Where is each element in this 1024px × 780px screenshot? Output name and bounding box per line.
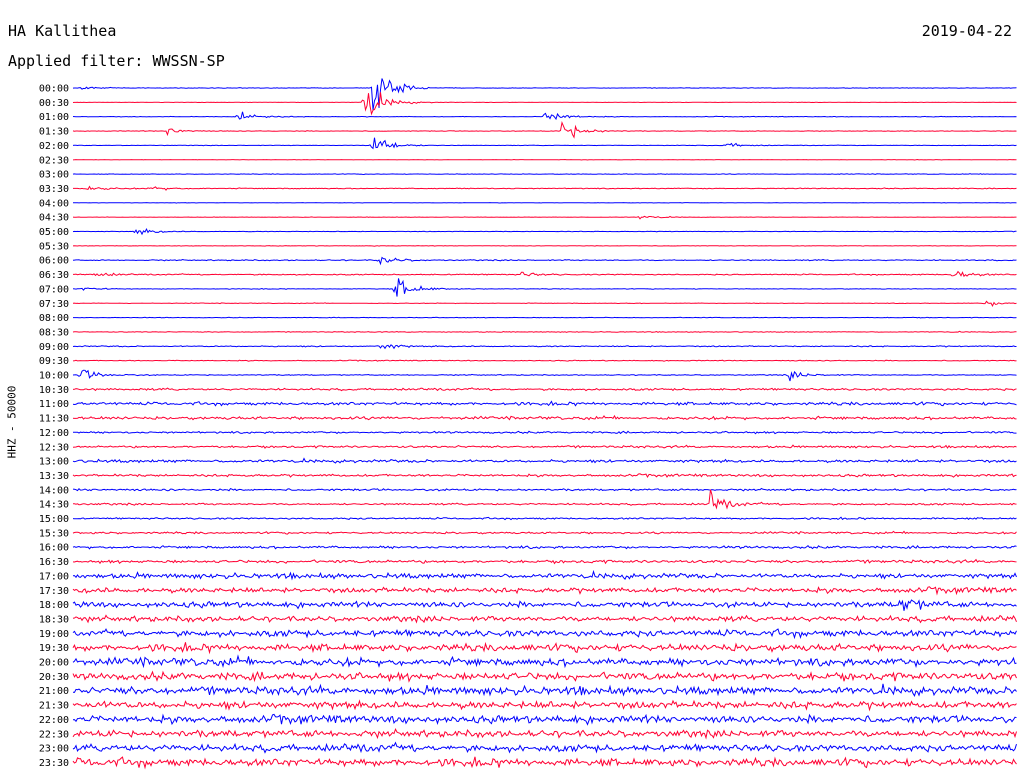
time-tick-label: 07:30: [39, 299, 69, 310]
time-tick-label: 06:30: [39, 270, 69, 281]
time-tick-label: 18:30: [39, 614, 69, 625]
trace-row-1200: [73, 430, 1017, 435]
trace-row-2130: [72, 699, 1017, 712]
trace-row-0400: [72, 202, 1017, 204]
time-tick-label: 13:30: [39, 471, 69, 482]
trace-row-0500: [72, 227, 1017, 236]
time-tick-label: 07:00: [39, 284, 69, 295]
helicorder-plot: 00:00 00:30 01:00 01:30 02:00 02:30 03:00 03:30…: [39, 78, 1017, 770]
time-tick-label: 23:30: [39, 758, 69, 769]
time-tick-label: 03:00: [39, 170, 69, 181]
trace-row-1800: [72, 599, 1017, 611]
time-tick-label: 13:00: [39, 457, 69, 468]
time-tick-label: 01:00: [39, 112, 69, 123]
time-tick-label: 12:00: [39, 428, 69, 439]
trace-row-0000: [72, 78, 1017, 110]
trace-row-0030: [72, 92, 1017, 116]
time-tick-label: 22:00: [39, 715, 69, 726]
time-tick-label: 21:30: [39, 701, 69, 712]
trace-row-0900: [72, 344, 1017, 350]
trace-row-0200: [72, 137, 1017, 150]
time-tick-label: 23:00: [39, 744, 69, 755]
trace-row-1530: [72, 530, 1017, 535]
time-tick-label: 08:30: [39, 327, 69, 338]
time-tick-label: 22:30: [39, 729, 69, 740]
trace-row-1400: [72, 487, 1017, 492]
trace-row-2200: [72, 713, 1017, 726]
time-tick-label: 16:00: [39, 543, 69, 554]
trace-row-2030: [72, 670, 1017, 683]
trace-row-1130: [72, 414, 1017, 421]
time-tick-label: 05:30: [39, 241, 69, 252]
time-tick-label: 00:30: [39, 98, 69, 109]
time-tick-label: 19:00: [39, 629, 69, 640]
time-tick-label: 11:30: [39, 414, 69, 425]
trace-row-1500: [72, 516, 1017, 521]
time-tick-label: 19:30: [39, 643, 69, 654]
time-tick-label: 21:00: [39, 686, 69, 697]
time-tick-label: 20:30: [39, 672, 69, 683]
time-tick-label: 15:30: [39, 528, 69, 539]
time-tick-label: 20:00: [39, 658, 69, 669]
trace-row-0600: [72, 256, 1017, 266]
time-tick-label: 11:00: [39, 399, 69, 410]
trace-row-0230: [72, 158, 1017, 161]
time-tick-label: 18:00: [39, 600, 69, 611]
time-tick-label: 04:30: [39, 213, 69, 224]
trace-row-1600: [72, 544, 1017, 550]
trace-row-1030: [72, 387, 1017, 392]
trace-row-1900: [72, 628, 1017, 640]
time-tick-label: 16:30: [39, 557, 69, 568]
trace-row-1330: [72, 473, 1017, 479]
trace-row-0700: [72, 278, 1017, 297]
time-tick-label: 06:00: [39, 256, 69, 267]
trace-row-2330: [72, 756, 1017, 770]
trace-row-0330: [73, 185, 1017, 191]
trace-row-1830: [72, 614, 1017, 624]
trace-row-0730: [72, 300, 1017, 308]
time-tick-label: 12:30: [39, 442, 69, 453]
time-tick-label: 14:30: [39, 500, 69, 511]
trace-row-0100: [72, 111, 1017, 121]
trace-row-0430: [72, 215, 1017, 220]
trace-row-0530: [72, 245, 1017, 247]
trace-row-0130: [72, 121, 1017, 139]
trace-row-1630: [72, 558, 1017, 565]
trace-row-2300: [72, 741, 1017, 754]
time-tick-label: 10:00: [39, 371, 69, 382]
time-tick-label: 04:00: [39, 198, 69, 209]
time-tick-label: 05:00: [39, 227, 69, 238]
time-tick-label: 02:30: [39, 155, 69, 166]
trace-row-0800: [73, 316, 1017, 319]
trace-row-1300: [72, 457, 1017, 464]
trace-row-1430: [73, 489, 1017, 510]
trace-row-1730: [72, 586, 1017, 596]
trace-row-1930: [72, 641, 1017, 655]
trace-row-2230: [72, 727, 1017, 740]
trace-row-0930: [72, 359, 1017, 362]
time-tick-label: 00:00: [39, 84, 69, 95]
trace-row-1230: [72, 444, 1017, 449]
trace-row-0830: [72, 330, 1017, 333]
time-tick-label: 08:00: [39, 313, 69, 324]
trace-row-0300: [72, 173, 1017, 176]
trace-row-1100: [72, 400, 1017, 407]
trace-row-0630: [73, 270, 1017, 278]
time-tick-label: 02:00: [39, 141, 69, 152]
time-tick-label: 10:30: [39, 385, 69, 396]
time-tick-label: 14:00: [39, 485, 69, 496]
trace-row-2100: [72, 683, 1017, 697]
trace-row-2000: [72, 654, 1017, 669]
time-tick-label: 09:00: [39, 342, 69, 353]
time-tick-label: 17:30: [39, 586, 69, 597]
time-tick-label: 01:30: [39, 127, 69, 138]
time-tick-label: 17:00: [39, 571, 69, 582]
time-tick-label: 09:30: [39, 356, 69, 367]
time-tick-label: 15:00: [39, 514, 69, 525]
trace-row-1000: [72, 369, 1017, 382]
trace-row-1700: [72, 569, 1017, 581]
time-tick-label: 03:30: [39, 184, 69, 195]
